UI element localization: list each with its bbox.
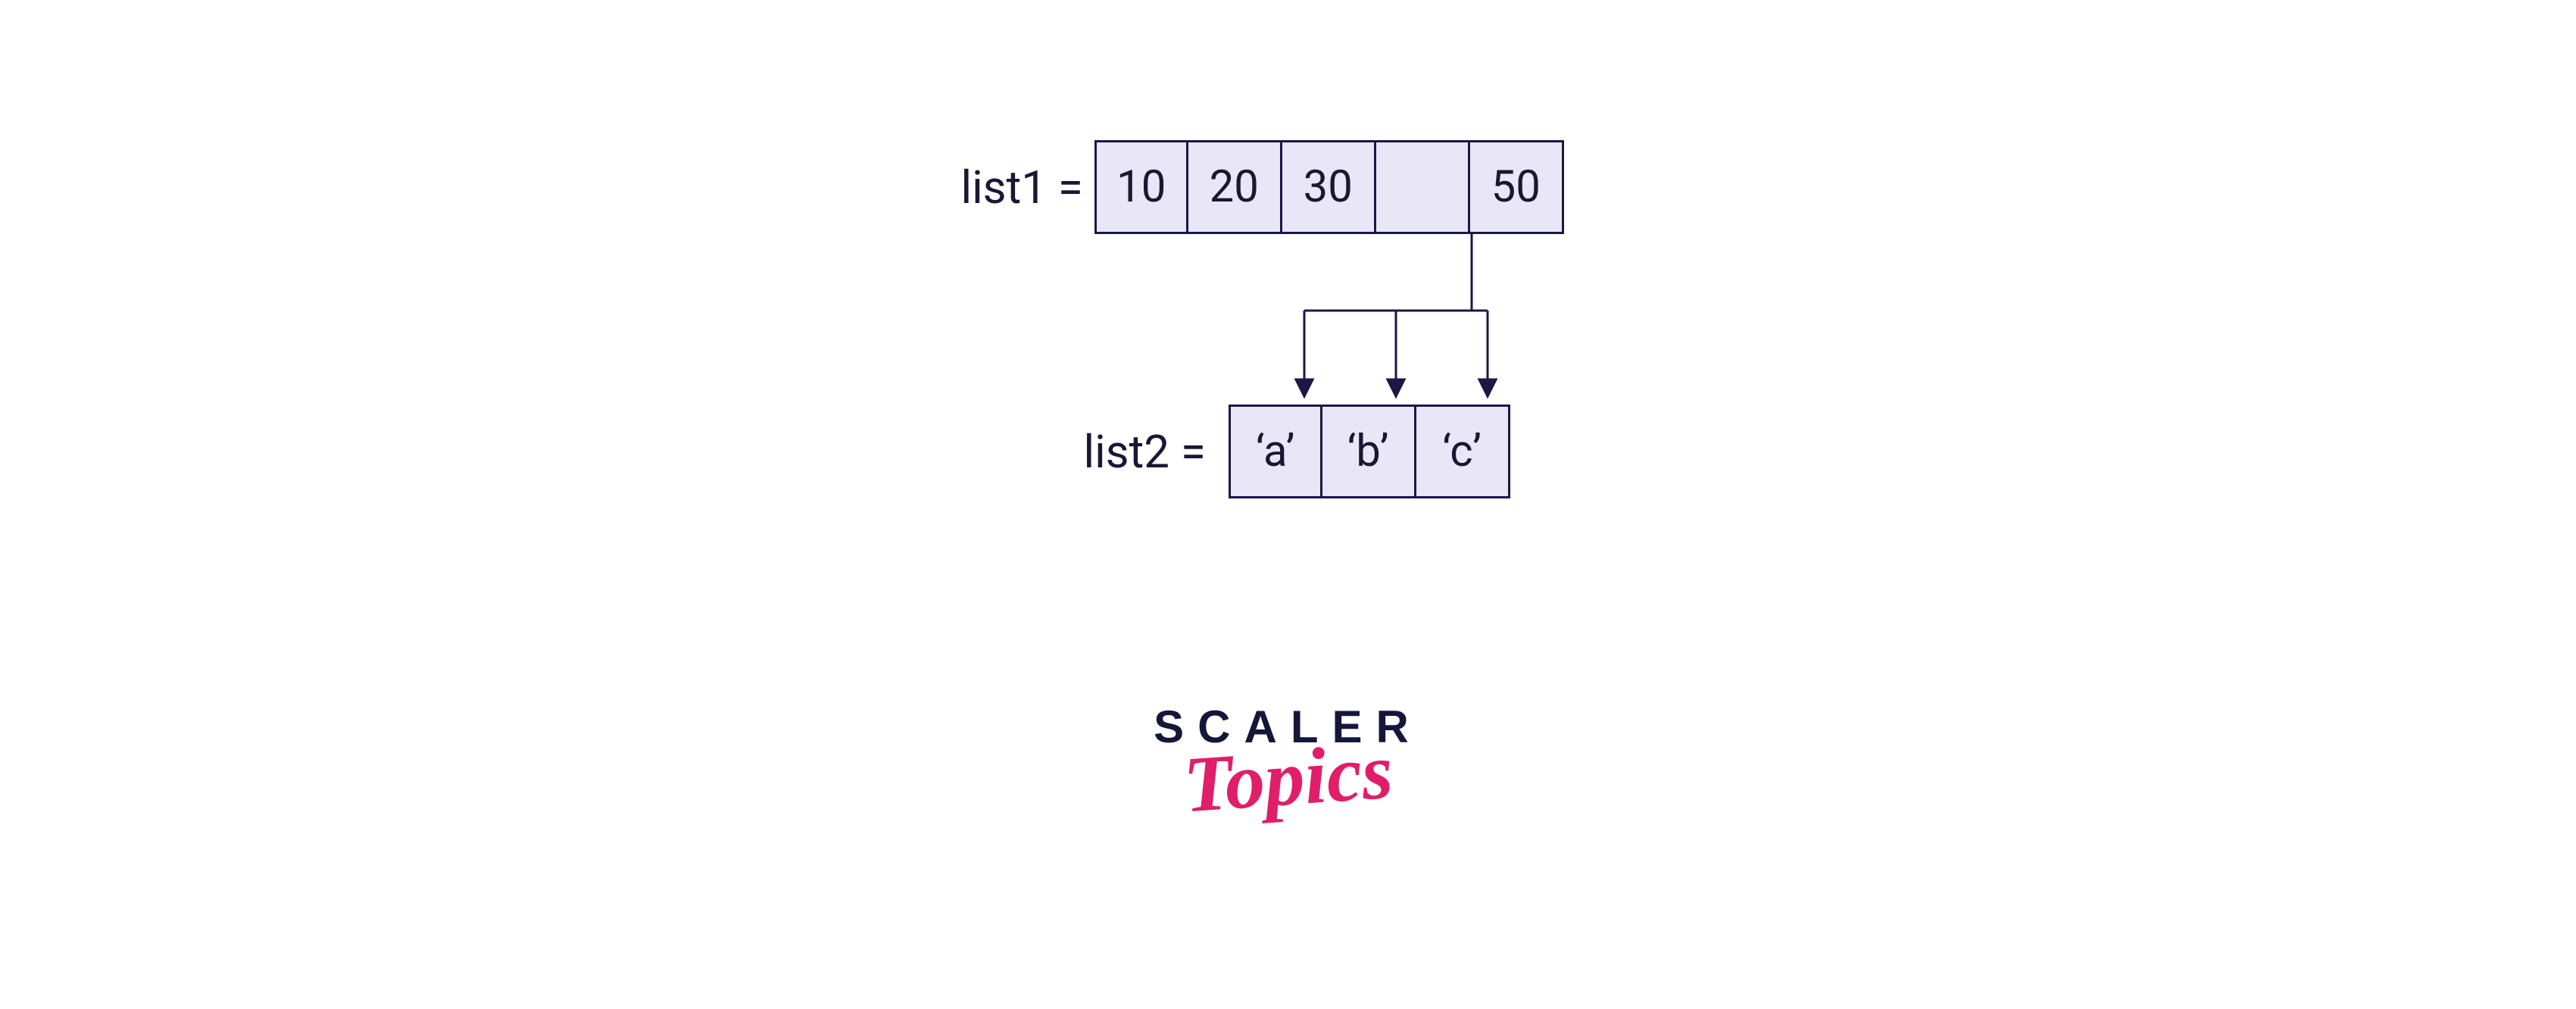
list2-cell-0: ‘a’ (1229, 405, 1322, 498)
list2-cell-1: ‘b’ (1322, 405, 1416, 498)
list1-cell-4: 50 (1470, 140, 1564, 234)
list1-row: list1 = 10 20 30 50 (961, 140, 1743, 234)
list2-row: list2 = ‘a’ ‘b’ ‘c’ (1084, 405, 1743, 498)
brand-logo: SCALER Topics (1154, 704, 1422, 801)
brand-topics: Topics (1182, 748, 1394, 807)
diagram-stage: list1 = 10 20 30 50 list2 = ‘a’ ‘b’ ‘c’ (834, 0, 1743, 498)
list2-label: list2 = (1084, 425, 1229, 479)
list1-cell-0: 10 (1094, 140, 1188, 234)
list1-cell-2: 30 (1282, 140, 1376, 234)
list1-cell-1: 20 (1188, 140, 1282, 234)
list2-cell-2: ‘c’ (1416, 405, 1510, 498)
list1-label: list1 = (961, 161, 1094, 214)
list1-cell-3 (1376, 140, 1470, 234)
